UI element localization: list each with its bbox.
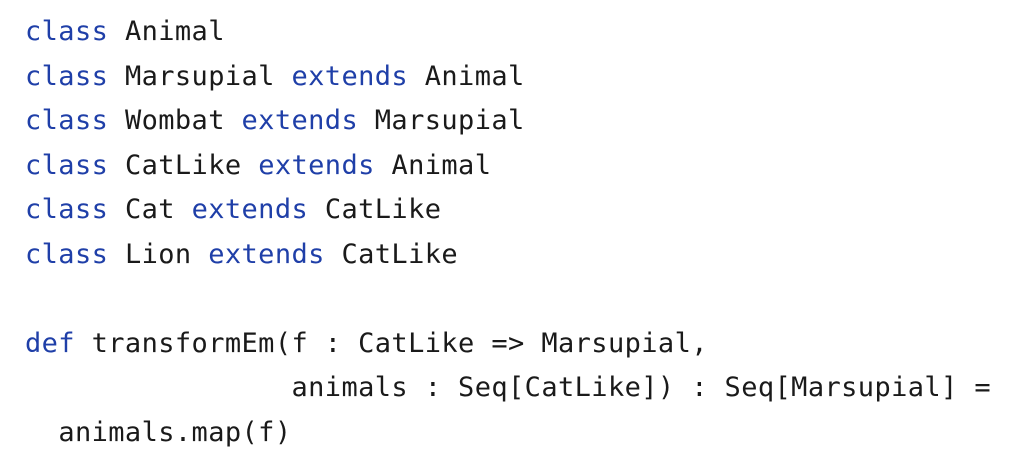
keyword-class: class: [25, 238, 109, 270]
class-name: Lion: [124, 238, 192, 270]
parent-class-name: Marsupial: [374, 105, 525, 136]
keyword-extends: extends: [258, 149, 375, 181]
code-line-2: class Marsupial extends Animal: [25, 55, 991, 100]
keyword-extends: extends: [208, 238, 325, 270]
code-line-def-body: animals.map(f): [25, 411, 991, 456]
code-line-def-continuation: animals : Seq[CatLike]) : Seq[Marsupial]…: [25, 366, 991, 411]
code-line-6: class Lion extends CatLike: [25, 233, 991, 278]
code-line-1: class Animal: [25, 10, 991, 55]
function-signature: transformEm(f : CatLike => Marsupial,: [91, 327, 708, 359]
function-signature-continuation: animals : Seq[CatLike]) : Seq[Marsupial]…: [291, 372, 992, 403]
class-name: Marsupial: [124, 60, 275, 92]
keyword-extends: extends: [191, 194, 309, 225]
parent-class-name: Animal: [424, 60, 525, 92]
code-line-def: def transformEm(f : CatLike => Marsupial…: [25, 322, 991, 367]
code-line-3: class Wombat extends Marsupial: [25, 99, 991, 144]
class-name: Cat: [124, 194, 175, 225]
keyword-def: def: [25, 327, 75, 359]
parent-class-name: CatLike: [341, 238, 459, 270]
class-name: Wombat: [124, 105, 225, 136]
code-editor: class Animal class Marsupial extends Anim…: [0, 0, 1036, 468]
keyword-extends: extends: [241, 105, 359, 136]
parent-class-name: Animal: [391, 149, 492, 181]
keyword-class: class: [25, 60, 109, 92]
code-line-5: class Cat extends CatLike: [25, 188, 991, 233]
keyword-extends: extends: [291, 60, 409, 92]
function-body: animals.map(f): [58, 416, 292, 448]
keyword-class: class: [25, 105, 109, 136]
keyword-class: class: [25, 16, 109, 47]
parent-class-name: CatLike: [324, 194, 442, 225]
keyword-class: class: [25, 194, 109, 225]
keyword-class: class: [25, 149, 109, 181]
class-name: Animal: [124, 16, 225, 47]
code-line-4: class CatLike extends Animal: [25, 144, 991, 189]
code-block: class Animal class Marsupial extends Anim…: [25, 10, 991, 455]
class-name: CatLike: [124, 149, 242, 181]
